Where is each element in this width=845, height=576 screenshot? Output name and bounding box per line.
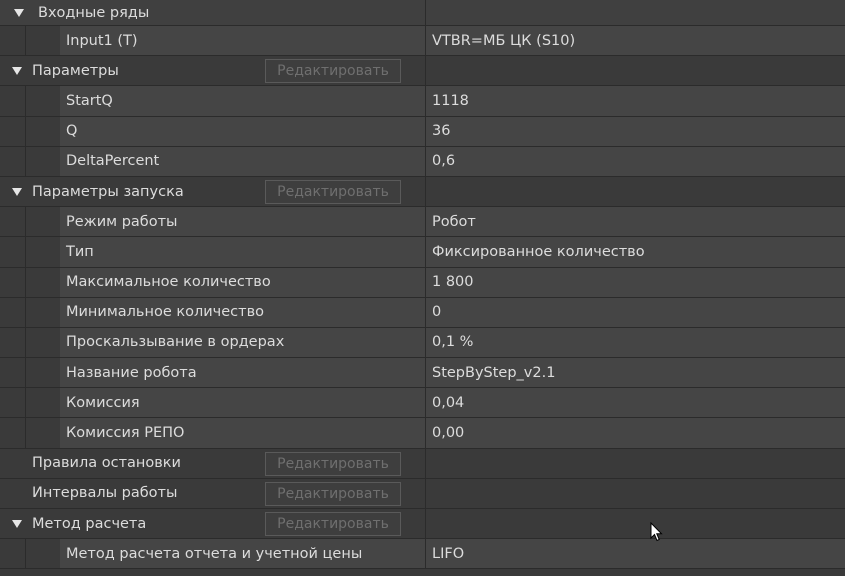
- property-name: Минимальное количество: [60, 297, 425, 327]
- property-name: Проскальзывание в ордерах: [60, 327, 425, 358]
- property-value[interactable]: 0,6: [426, 146, 845, 177]
- property-row[interactable]: Q 36: [0, 116, 845, 147]
- edit-stop-rules-button[interactable]: Редактировать: [265, 451, 401, 476]
- property-value[interactable]: 36: [426, 116, 845, 147]
- property-name: Метод расчета отчета и учетной цены: [60, 539, 425, 569]
- property-name: Максимальное количество: [60, 267, 425, 297]
- property-value[interactable]: 0,1 %: [426, 327, 845, 359]
- property-row[interactable]: Режим работы Робот: [0, 207, 845, 238]
- collapse-triangle-icon[interactable]: [14, 8, 24, 17]
- group-title: Входные ряды: [38, 4, 150, 21]
- property-value[interactable]: Робот: [426, 207, 845, 238]
- collapse-triangle-icon[interactable]: [12, 66, 22, 75]
- collapse-triangle-icon[interactable]: [12, 519, 22, 528]
- edit-intervals-button[interactable]: Редактировать: [265, 481, 401, 506]
- property-row[interactable]: DeltaPercent 0,6: [0, 146, 845, 177]
- property-name: Комиссия: [60, 388, 425, 418]
- group-title: Метод расчета: [32, 515, 147, 532]
- group-row-calc[interactable]: Метод расчета Редактировать: [0, 509, 845, 540]
- property-row[interactable]: Метод расчета отчета и учетной цены LIFO: [0, 539, 845, 570]
- property-name: Комиссия РЕПО: [60, 418, 425, 448]
- property-name: Название робота: [60, 358, 425, 388]
- edit-params-button[interactable]: Редактировать: [265, 59, 401, 84]
- property-row[interactable]: Тип Фиксированное количество: [0, 237, 845, 268]
- property-row[interactable]: Минимальное количество 0: [0, 297, 845, 328]
- property-row[interactable]: Максимальное количество 1 800: [0, 267, 845, 298]
- property-row[interactable]: Проскальзывание в ордерах 0,1 %: [0, 327, 845, 359]
- edit-launch-button[interactable]: Редактировать: [265, 179, 401, 204]
- properties-grid: Входные ряды Input1 (T) VTBR=МБ ЦК (S10)…: [0, 0, 845, 570]
- group-row-intervals[interactable]: Интервалы работы Редактировать: [0, 478, 845, 509]
- property-row[interactable]: Комиссия РЕПО 0,00: [0, 418, 845, 449]
- property-value[interactable]: 0,04: [426, 388, 845, 419]
- property-name: Режим работы: [60, 207, 425, 237]
- property-value[interactable]: LIFO: [426, 539, 845, 570]
- property-name: Q: [60, 116, 425, 146]
- property-name: Input1 (T): [60, 26, 425, 56]
- property-value[interactable]: Фиксированное количество: [426, 237, 845, 268]
- property-row[interactable]: Input1 (T) VTBR=МБ ЦК (S10): [0, 26, 845, 57]
- group-title: Интервалы работы: [32, 485, 178, 502]
- group-row-params[interactable]: Параметры Редактировать: [0, 56, 845, 87]
- property-row[interactable]: Комиссия 0,04: [0, 388, 845, 419]
- edit-calc-button[interactable]: Редактировать: [265, 512, 401, 536]
- mouse-cursor-icon: [650, 522, 663, 542]
- group-title: Правила остановки: [32, 455, 181, 472]
- collapse-triangle-icon[interactable]: [12, 187, 22, 196]
- group-row-stop-rules[interactable]: Правила остановки Редактировать: [0, 448, 845, 479]
- property-value[interactable]: VTBR=МБ ЦК (S10): [426, 26, 845, 57]
- group-title: Параметры запуска: [32, 183, 184, 200]
- property-row[interactable]: StartQ 1118: [0, 86, 845, 117]
- property-value[interactable]: 0,00: [426, 418, 845, 449]
- property-row[interactable]: Название робота StepByStep_v2.1: [0, 358, 845, 389]
- group-title: Параметры: [32, 62, 119, 79]
- property-name: StartQ: [60, 86, 425, 116]
- property-value[interactable]: 0: [426, 297, 845, 328]
- property-value[interactable]: 1118: [426, 86, 845, 117]
- property-name: DeltaPercent: [60, 146, 425, 176]
- group-row-inputs[interactable]: Входные ряды: [0, 0, 845, 26]
- property-value[interactable]: StepByStep_v2.1: [426, 358, 845, 389]
- property-name: Тип: [60, 237, 425, 267]
- group-row-launch[interactable]: Параметры запуска Редактировать: [0, 176, 845, 208]
- property-value[interactable]: 1 800: [426, 267, 845, 298]
